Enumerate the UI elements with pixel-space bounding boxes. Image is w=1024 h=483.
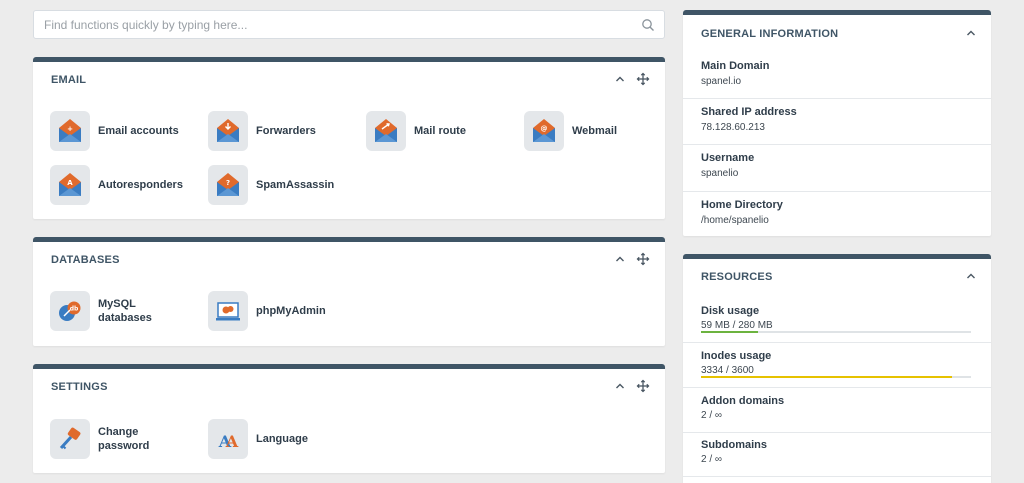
tile-label: Change password [98, 426, 150, 452]
email-accounts-tile[interactable]: + Email accounts [50, 111, 179, 151]
svg-text:db: db [70, 306, 79, 313]
move-icon[interactable] [636, 72, 650, 86]
info-value: spanel.io [701, 76, 742, 87]
phpmyadmin-icon [208, 291, 248, 331]
resource-row-disk-usage: Disk usage 59 MB / 280 MB [683, 299, 991, 343]
search-box[interactable] [33, 10, 665, 39]
info-row-username: Username spanelio [683, 145, 991, 192]
autoresponders-tile[interactable]: A Autoresponders [50, 165, 183, 205]
resource-value: 3334 / 3600 [701, 365, 754, 376]
settings-panel: SETTINGS Change password AA Language [33, 364, 665, 473]
tile-label: Language [256, 433, 308, 445]
collapse-icon[interactable] [964, 269, 978, 283]
disk-usage-bar [701, 331, 971, 333]
panel-title: RESOURCES [701, 271, 773, 283]
info-row-home-directory: Home Directory /home/spanelio [683, 192, 991, 236]
panel-title: EMAIL [51, 74, 87, 86]
autoresponders-icon: A [50, 165, 90, 205]
info-row-main-domain: Main Domain spanel.io [683, 54, 991, 99]
info-label: Main Domain [701, 60, 770, 72]
panel-header: SETTINGS [33, 369, 665, 406]
panel-title: DATABASES [51, 254, 120, 266]
resource-row-subdomains: Subdomains 2 / ∞ [683, 433, 991, 477]
resource-value: 59 MB / 280 MB [701, 320, 773, 331]
info-label: Username [701, 152, 755, 164]
inodes-usage-bar [701, 376, 971, 378]
move-icon[interactable] [636, 379, 650, 393]
resource-row-inodes-usage: Inodes usage 3334 / 3600 [683, 343, 991, 388]
panel-header: RESOURCES [683, 259, 991, 296]
collapse-icon[interactable] [964, 26, 978, 40]
svg-text:A: A [225, 432, 239, 451]
resource-value: 2 / ∞ [701, 410, 723, 421]
collapse-icon[interactable] [613, 379, 627, 393]
resource-label: Inodes usage [701, 350, 772, 362]
tile-label: Autoresponders [98, 179, 183, 191]
resource-value: 2 / ∞ [701, 454, 723, 465]
language-icon: AA [208, 419, 248, 459]
webmail-icon: @ [524, 111, 564, 151]
move-icon[interactable] [636, 252, 650, 266]
info-value: spanelio [701, 168, 739, 179]
general-information-panel: GENERAL INFORMATION Main Domain spanel.i… [683, 10, 991, 236]
tile-label: Webmail [572, 125, 618, 137]
info-label: Home Directory [701, 199, 783, 211]
tile-label: MySQL databases [98, 298, 152, 324]
svg-text:@: @ [541, 125, 548, 133]
resources-panel: RESOURCES Disk usage 59 MB / 280 MB Inod… [683, 254, 991, 483]
panel-header: EMAIL [33, 62, 665, 99]
panel-title: GENERAL INFORMATION [701, 28, 839, 40]
mysql-icon: db [50, 291, 90, 331]
tile-label: phpMyAdmin [256, 305, 326, 317]
mail-route-icon [366, 111, 406, 151]
panel-title: SETTINGS [51, 381, 108, 393]
key-icon [50, 419, 90, 459]
phpmyadmin-tile[interactable]: phpMyAdmin [208, 291, 326, 331]
info-row-shared-ip: Shared IP address 78.128.60.213 [683, 99, 991, 145]
email-accounts-icon: + [50, 111, 90, 151]
forwarders-tile[interactable]: Forwarders [208, 111, 316, 151]
databases-panel: DATABASES db MySQL databases phpMyAdmin [33, 237, 665, 346]
tile-label: Forwarders [256, 125, 316, 137]
collapse-icon[interactable] [613, 72, 627, 86]
resource-label: Addon domains [701, 395, 785, 407]
info-value: 78.128.60.213 [701, 122, 765, 133]
mysql-databases-tile[interactable]: db MySQL databases [50, 291, 152, 331]
spamassassin-tile[interactable]: ? SpamAssassin [208, 165, 334, 205]
svg-text:?: ? [226, 179, 230, 187]
inodes-usage-bar-fill [701, 376, 953, 378]
search-input[interactable] [34, 11, 624, 38]
disk-usage-bar-fill [701, 331, 758, 333]
tile-label: Email accounts [98, 125, 179, 137]
collapse-icon[interactable] [613, 252, 627, 266]
spamassassin-icon: ? [208, 165, 248, 205]
info-label: Shared IP address [701, 106, 797, 118]
forwarders-icon [208, 111, 248, 151]
mail-route-tile[interactable]: Mail route [366, 111, 466, 151]
language-tile[interactable]: AA Language [208, 419, 308, 459]
panel-header: GENERAL INFORMATION [683, 15, 991, 52]
email-panel: EMAIL + Email accounts Forwarders Mail r… [33, 57, 665, 219]
svg-text:A: A [67, 179, 73, 187]
tile-label: Mail route [414, 125, 466, 137]
svg-text:+: + [67, 125, 73, 133]
panel-header: DATABASES [33, 242, 665, 279]
change-password-tile[interactable]: Change password [50, 419, 149, 459]
resource-row-addon-domains: Addon domains 2 / ∞ [683, 388, 991, 433]
webmail-tile[interactable]: @ Webmail [524, 111, 617, 151]
search-icon[interactable] [641, 18, 655, 32]
resource-label: Disk usage [701, 305, 760, 317]
resource-label: Subdomains [701, 439, 768, 451]
tile-label: SpamAssassin [256, 179, 335, 191]
info-value: /home/spanelio [701, 215, 769, 226]
